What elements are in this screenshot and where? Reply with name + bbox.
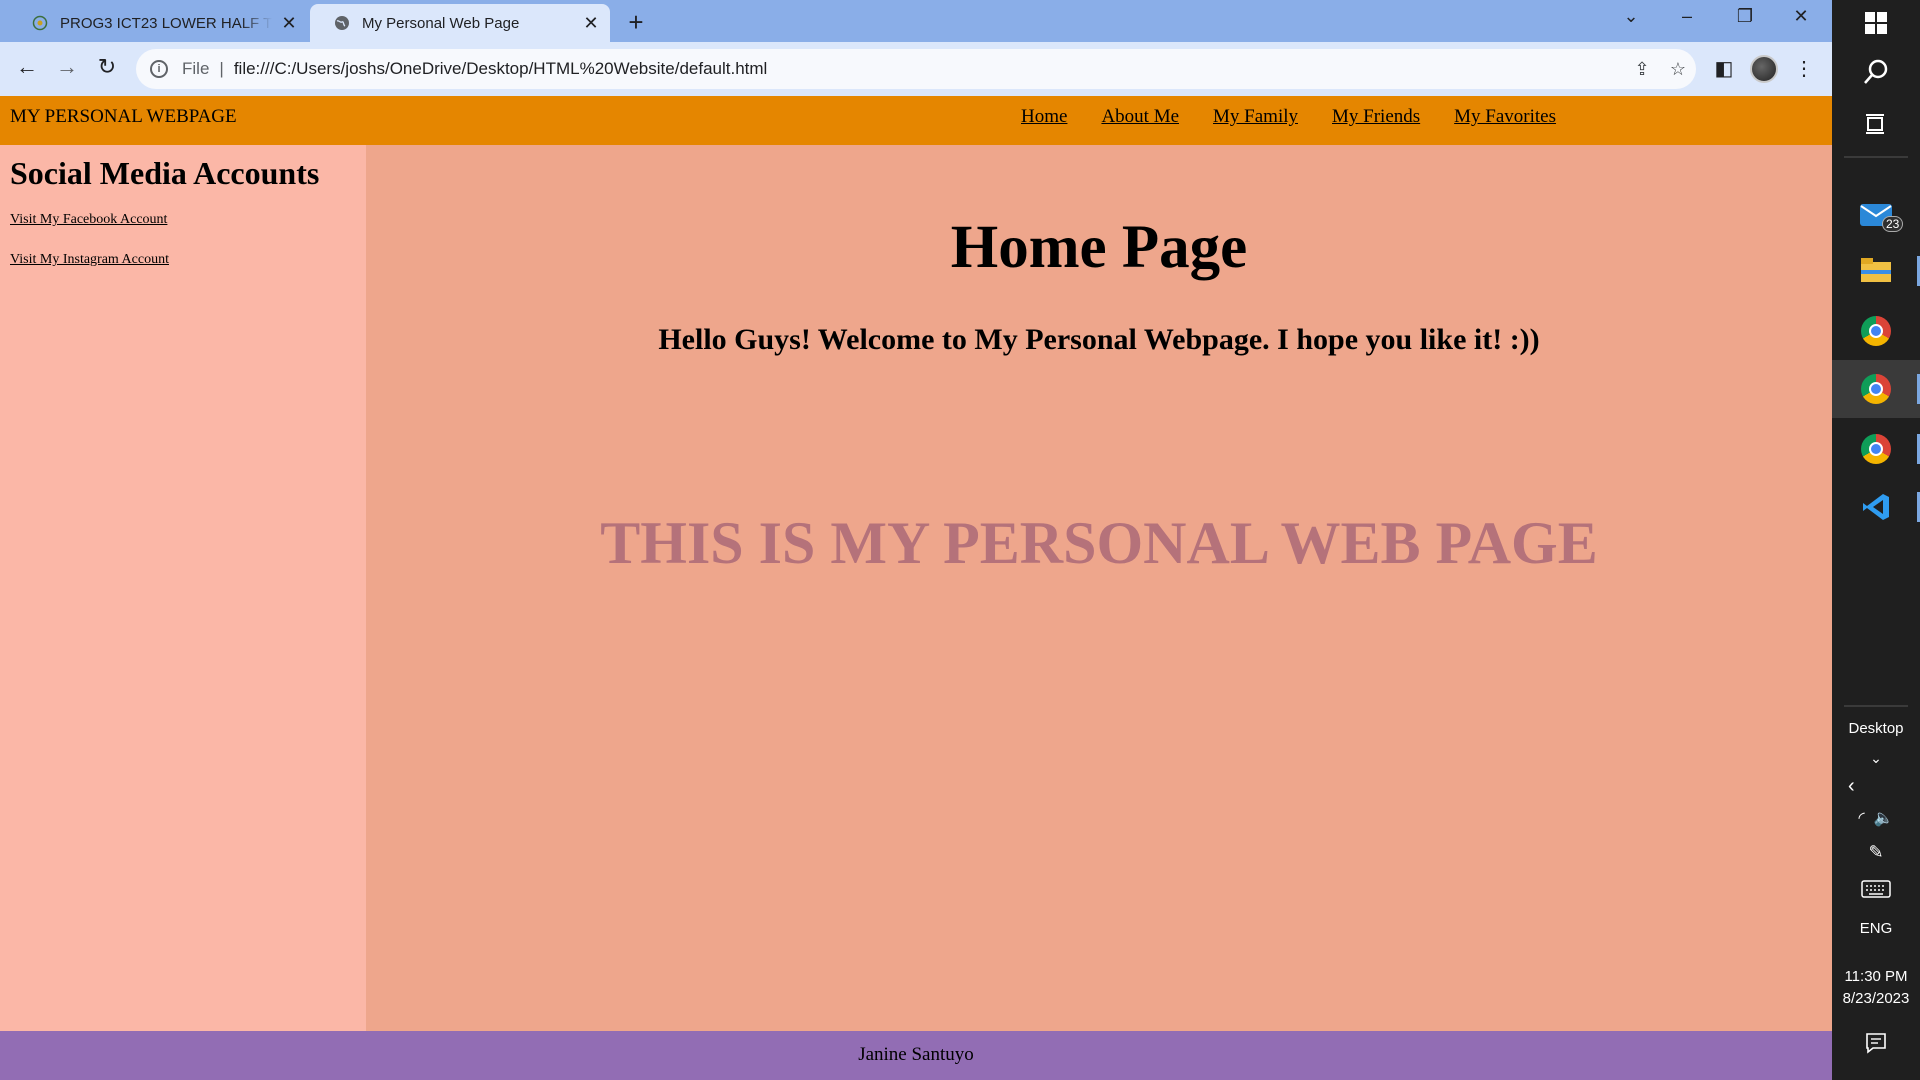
site-footer: Janine Santuyo xyxy=(0,1031,1832,1080)
tab-title: My Personal Web Page xyxy=(362,14,520,32)
start-icon[interactable] xyxy=(1832,12,1920,39)
sidebar: Social Media Accounts Visit My Facebook … xyxy=(0,145,366,1031)
site-title: MY PERSONAL WEBPAGE xyxy=(10,106,237,127)
chrome-icon[interactable] xyxy=(1832,302,1920,360)
site-header: MY PERSONAL WEBPAGE Home About Me My Fam… xyxy=(0,96,1832,145)
clock-time[interactable]: 11:30 PM xyxy=(1832,968,1920,985)
reload-icon[interactable]: ↻ xyxy=(92,54,122,80)
share-icon[interactable]: ⇪ xyxy=(1624,59,1660,80)
desktop-toolbar-label[interactable]: Desktop xyxy=(1832,720,1920,737)
facebook-link[interactable]: Visit My Facebook Account xyxy=(10,212,167,228)
main-content: Home Page Hello Guys! Welcome to My Pers… xyxy=(366,145,1832,1031)
browser-tab[interactable]: PROG3 ICT23 LOWER HALF TERM ✕ xyxy=(8,4,308,42)
welcome-message: Hello Guys! Welcome to My Personal Webpa… xyxy=(658,323,1540,356)
mail-app-icon[interactable]: 23 xyxy=(1832,186,1920,244)
url-scheme-label: File xyxy=(182,59,210,78)
chrome-profile-2-icon[interactable] xyxy=(1832,420,1920,478)
nav-link-my-favorites[interactable]: My Favorites xyxy=(1454,106,1556,128)
language-indicator[interactable]: ENG xyxy=(1832,920,1920,937)
nav-link-about-me[interactable]: About Me xyxy=(1101,106,1179,128)
nav-link-home[interactable]: Home xyxy=(1021,106,1067,128)
instagram-link[interactable]: Visit My Instagram Account xyxy=(10,252,169,268)
more-menu-icon[interactable]: ⋮ xyxy=(1790,56,1818,81)
forward-arrow-icon[interactable]: → xyxy=(52,54,82,80)
taskbar-divider xyxy=(1844,705,1908,707)
wifi-icon[interactable]: ◜ xyxy=(1858,810,1864,827)
bookmark-star-icon[interactable]: ☆ xyxy=(1660,59,1696,80)
notifications-icon[interactable] xyxy=(1832,1032,1920,1059)
windows-taskbar: 23 Desktop ⌄ ‹ ◜ 🔈 ✎ ENG 11:30 PM 8/23/2… xyxy=(1832,0,1920,1080)
browser-toolbar: ← → ↻ i File | file:///C:/Users/joshs/On… xyxy=(0,42,1832,96)
task-view-icon[interactable] xyxy=(1832,112,1920,141)
sidebar-heading: Social Media Accounts xyxy=(10,155,320,191)
pen-icon[interactable]: ✎ xyxy=(1832,842,1920,863)
vscode-icon[interactable] xyxy=(1832,478,1920,536)
address-bar[interactable]: i File | file:///C:/Users/joshs/OneDrive… xyxy=(136,49,1696,89)
nav-link-my-family[interactable]: My Family xyxy=(1213,106,1298,128)
chrome-profile-icon[interactable] xyxy=(1832,360,1920,418)
footer-author: Janine Santuyo xyxy=(858,1044,974,1065)
network-volume-icons[interactable]: ◜ 🔈 xyxy=(1832,808,1920,828)
info-icon[interactable]: i xyxy=(150,60,168,78)
site-favicon-icon xyxy=(32,15,48,31)
browser-tab-active[interactable]: My Personal Web Page ✕ xyxy=(310,4,610,42)
site-nav: Home About Me My Family My Friends My Fa… xyxy=(1021,106,1556,128)
page-title: Home Page xyxy=(950,214,1248,281)
url-text[interactable]: file:///C:/Users/joshs/OneDrive/Desktop/… xyxy=(234,59,1624,79)
show-hidden-icons-chevron-icon[interactable]: ‹ xyxy=(1832,775,1920,798)
close-window-icon[interactable]: ✕ xyxy=(1786,6,1816,27)
globe-icon xyxy=(335,16,349,30)
close-tab-icon[interactable]: ✕ xyxy=(582,13,600,34)
tab-search-chevron-icon[interactable]: ⌄ xyxy=(1616,6,1646,27)
web-page: MY PERSONAL WEBPAGE Home About Me My Fam… xyxy=(0,96,1832,1080)
url-separator: | xyxy=(219,59,224,78)
touch-keyboard-icon[interactable] xyxy=(1832,880,1920,903)
tab-title: PROG3 ICT23 LOWER HALF TERM xyxy=(60,14,272,32)
volume-icon[interactable]: 🔈 xyxy=(1874,810,1894,827)
taskbar-divider xyxy=(1844,156,1908,158)
minimize-icon[interactable]: – xyxy=(1672,6,1702,27)
side-panel-icon[interactable]: ◧ xyxy=(1710,56,1738,81)
mail-badge: 23 xyxy=(1882,216,1904,232)
banner-text: THIS IS MY PERSONAL WEB PAGE xyxy=(600,510,1598,576)
close-tab-icon[interactable]: ✕ xyxy=(280,13,298,34)
browser-tab-strip: PROG3 ICT23 LOWER HALF TERM ✕ My Persona… xyxy=(0,0,1832,42)
new-tab-button[interactable]: + xyxy=(624,7,648,38)
search-icon[interactable] xyxy=(1832,58,1920,91)
clock-date[interactable]: 8/23/2023 xyxy=(1832,990,1920,1007)
expand-chevron-icon[interactable]: ⌄ xyxy=(1832,750,1920,767)
back-arrow-icon[interactable]: ← xyxy=(12,54,42,80)
restore-icon[interactable]: ❐ xyxy=(1730,6,1760,27)
profile-avatar[interactable] xyxy=(1750,55,1778,83)
nav-link-my-friends[interactable]: My Friends xyxy=(1332,106,1420,128)
file-explorer-icon[interactable] xyxy=(1832,242,1920,300)
